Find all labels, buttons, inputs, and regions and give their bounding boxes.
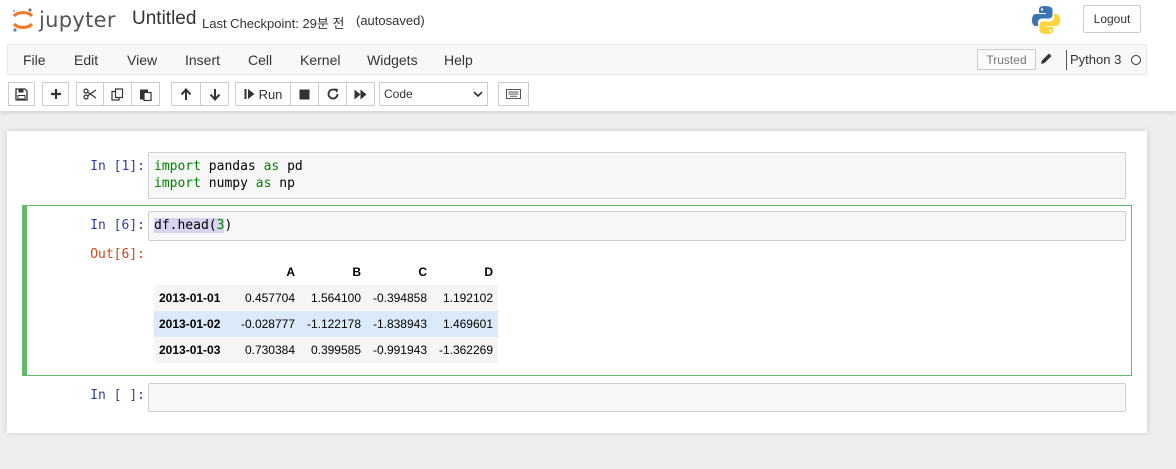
stop-icon	[299, 89, 310, 99]
table-cell: 0.457704	[244, 291, 295, 305]
table-cell: -0.991943	[372, 343, 427, 357]
paste-button[interactable]	[131, 82, 160, 106]
cell-type-select[interactable]: Code	[379, 82, 488, 106]
interrupt-button[interactable]	[290, 82, 318, 106]
input-prompt: In [ ]:	[90, 388, 145, 403]
table-cell: 1.469601	[442, 317, 493, 331]
code-input[interactable]: import pandas as pd import numpy as np	[148, 152, 1126, 199]
fast-forward-icon	[354, 89, 367, 99]
table-cell: -1.838943	[372, 317, 427, 331]
keyboard-icon	[506, 89, 521, 99]
input-prompt: In [1]:	[90, 159, 145, 174]
menu-view[interactable]: View	[127, 52, 157, 68]
output-prompt: Out[6]:	[90, 247, 145, 262]
plus-icon	[50, 89, 61, 99]
column-header: C	[418, 265, 427, 279]
table-cell: 0.730384	[244, 343, 295, 357]
refresh-icon	[327, 88, 338, 100]
save-button[interactable]	[8, 82, 35, 106]
table-row: 2013-01-03 0.730384 0.399585 -0.991943 -…	[154, 337, 498, 363]
restart-run-all-button[interactable]	[346, 82, 375, 106]
insert-cell-button[interactable]	[42, 82, 69, 106]
table-cell: -1.362269	[438, 343, 493, 357]
header: jupyter Untitled Last Checkpoint: 29분 전 …	[0, 0, 1176, 111]
dataframe-output: A B C D 2013-01-01 0.457704 1.564100 -0.…	[154, 259, 498, 363]
table-cell: -0.028777	[240, 317, 295, 331]
autosave-status: (autosaved)	[356, 13, 425, 28]
edit-pencil-icon[interactable]	[1040, 52, 1053, 68]
row-index: 2013-01-03	[159, 343, 221, 357]
menu-kernel[interactable]: Kernel	[300, 52, 340, 68]
step-forward-icon	[244, 89, 255, 99]
cut-button[interactable]	[76, 82, 103, 106]
move-down-button[interactable]	[200, 82, 229, 106]
table-cell: 0.399585	[310, 343, 361, 357]
code-text: pandas	[200, 159, 264, 174]
row-index: 2013-01-02	[159, 317, 221, 331]
menu-widgets[interactable]: Widgets	[367, 52, 418, 68]
chevron-down-icon	[473, 91, 483, 98]
scissors-icon	[83, 88, 97, 100]
column-header: A	[286, 265, 295, 279]
copy-button[interactable]	[103, 82, 131, 106]
menubar: File Edit View Insert Cell Kernel Widget…	[7, 44, 1147, 75]
run-button[interactable]: Run	[235, 82, 290, 106]
notebook-title[interactable]: Untitled	[132, 8, 196, 30]
kernel-idle-icon	[1131, 55, 1141, 65]
code-text: pd	[279, 159, 303, 174]
paste-icon	[140, 89, 152, 101]
menu-file[interactable]: File	[23, 52, 46, 68]
index-header	[154, 259, 232, 285]
column-header: D	[484, 265, 493, 279]
run-label: Run	[258, 86, 283, 102]
command-palette-button[interactable]	[498, 82, 529, 106]
code-keyword: import	[154, 159, 201, 174]
code-keyword: as	[263, 159, 280, 174]
code-text: )	[224, 218, 233, 233]
logo-text: jupyter	[39, 8, 116, 32]
code-input[interactable]	[148, 383, 1126, 412]
code-text: numpy	[200, 176, 256, 191]
table-cell: 1.192102	[442, 291, 493, 305]
table-row: 2013-01-01 0.457704 1.564100 -0.394858 1…	[154, 285, 498, 311]
jupyter-logo[interactable]: jupyter	[11, 6, 116, 34]
copy-icon	[111, 87, 124, 101]
python-logo-icon	[1032, 5, 1060, 38]
code-input[interactable]: df.head(3)	[148, 211, 1126, 241]
row-index: 2013-01-01	[159, 291, 221, 305]
notebook-container: In [1]: import pandas as pd import numpy…	[7, 131, 1147, 433]
table-header-row: A B C D	[154, 259, 498, 285]
code-keyword: import	[154, 176, 201, 191]
logout-button[interactable]: Logout	[1083, 5, 1141, 33]
arrow-up-icon	[180, 87, 192, 100]
table-cell: 1.564100	[310, 291, 361, 305]
menu-cell[interactable]: Cell	[248, 52, 272, 68]
table-cell: -1.122178	[306, 317, 361, 331]
kernel-name[interactable]: Python 3	[1070, 52, 1121, 67]
code-keyword: as	[255, 176, 272, 191]
code-text: df.head(	[154, 218, 217, 233]
input-prompt: In [6]:	[90, 218, 145, 233]
save-icon	[15, 87, 28, 101]
trusted-indicator[interactable]: Trusted	[977, 49, 1036, 70]
move-up-button[interactable]	[171, 82, 200, 106]
code-text: np	[271, 176, 295, 191]
checkpoint-status: Last Checkpoint: 29분 전	[202, 16, 345, 31]
restart-button[interactable]	[318, 82, 346, 106]
menu-help[interactable]: Help	[444, 52, 473, 68]
table-cell: -0.394858	[372, 291, 427, 305]
column-header: B	[352, 265, 361, 279]
cell-type-value: Code	[384, 87, 413, 101]
code-selection: df.head(3	[154, 218, 225, 233]
arrow-down-icon	[209, 88, 220, 101]
kernel-divider	[1066, 50, 1067, 70]
jupyter-logo-icon	[12, 8, 34, 32]
table-row: 2013-01-02 -0.028777 -1.122178 -1.838943…	[154, 311, 498, 337]
menu-insert[interactable]: Insert	[185, 52, 220, 68]
menu-edit[interactable]: Edit	[74, 52, 98, 68]
